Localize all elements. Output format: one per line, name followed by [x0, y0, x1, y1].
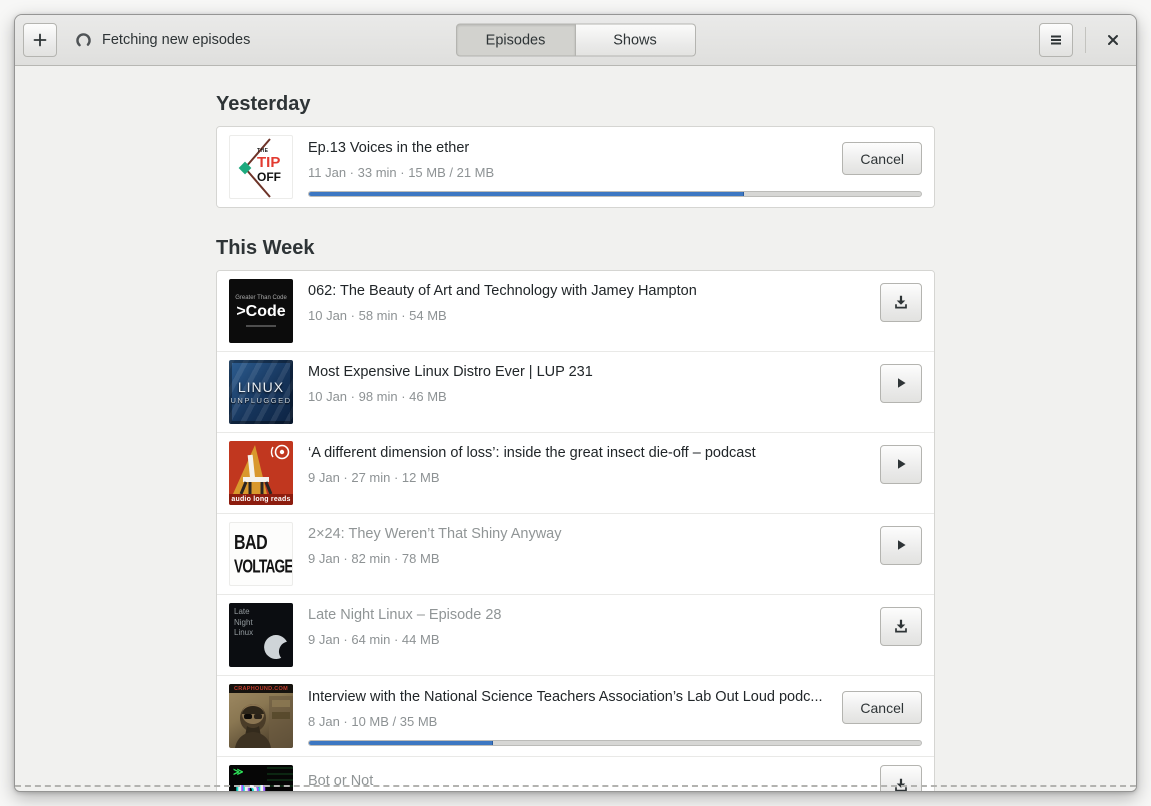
episode-row: Late Night Linux Late Night Linux – Epis… — [217, 594, 934, 675]
tab-episodes[interactable]: Episodes — [455, 23, 576, 57]
episode-row: CRAPHOUND.COM Interview with the Nationa… — [217, 675, 934, 756]
episode-meta: 8 Jan · 10 MB / 35 MB — [308, 713, 438, 729]
episode-card-yesterday: THE TIP OFF Ep.13 Voices in the ether 11… — [216, 126, 935, 208]
episode-meta: 10 Jan · 58 min · 54 MB — [308, 308, 447, 323]
close-window-button[interactable] — [1098, 25, 1128, 55]
cover-text: CRAPHOUND.COM — [229, 684, 293, 693]
episode-row: audio long reads ‘A different dimension … — [217, 432, 934, 513]
podcast-cover-irl: ≫ IRL — [229, 765, 293, 791]
download-icon — [893, 777, 909, 792]
cover-text: OFF — [257, 170, 281, 184]
view-switcher: Episodes Shows — [455, 23, 696, 57]
download-button[interactable] — [880, 282, 922, 322]
headerbar: Fetching new episodes Episodes Shows — [15, 15, 1136, 66]
cover-text: audio long reads — [229, 494, 293, 505]
episode-meta: 9 Jan · 64 min · 44 MB — [308, 632, 440, 647]
play-icon — [893, 537, 909, 553]
episode-title: Late Night Linux – Episode 28 — [308, 607, 502, 623]
cover-text: Late — [234, 607, 250, 616]
podcast-cover-the-tip-off: THE TIP OFF — [229, 135, 293, 199]
app-window: Fetching new episodes Episodes Shows Yes… — [14, 14, 1137, 792]
cover-text: >Code — [236, 303, 286, 320]
cover-text: UNPLUGGED — [230, 396, 292, 405]
episode-row: BAD VOLTAGE 2×24: They Weren’t That Shin… — [217, 513, 934, 594]
cover-text: TIP — [257, 154, 281, 171]
download-progressbar — [308, 739, 922, 746]
episode-title: Bot or Not — [308, 773, 374, 789]
episode-title: ‘A different dimension of loss’: inside … — [308, 445, 756, 461]
podcast-cover-audio-long-reads: audio long reads — [229, 441, 293, 505]
podcast-cover-linux-unplugged: LINUX UNPLUGGED — [229, 360, 293, 424]
episode-title: 062: The Beauty of Art and Technology wi… — [308, 283, 697, 299]
section-title-this-week: This Week — [216, 237, 315, 259]
hamburger-menu-icon — [1048, 32, 1064, 48]
cover-text: ≫ — [233, 767, 244, 778]
download-progressbar — [308, 190, 922, 197]
episode-title: Interview with the National Science Teac… — [308, 688, 823, 705]
episode-meta: 11 Jan · 33 min · 15 MB / 21 MB — [308, 164, 495, 180]
crescent-moon-icon — [263, 634, 289, 665]
cover-text: BAD — [234, 532, 268, 554]
section-title-yesterday: Yesterday — [216, 93, 311, 115]
play-button[interactable] — [880, 525, 922, 565]
episode-row: LINUX UNPLUGGED Most Expensive Linux Dis… — [217, 351, 934, 432]
cover-text: Greater Than Code — [235, 295, 287, 301]
podcast-cover-greater-than-code: Greater Than Code >Code — [229, 279, 293, 343]
download-progress-fill — [309, 740, 493, 745]
podcast-cover-late-night-linux: Late Night Linux — [229, 603, 293, 667]
podcast-cover-craphound: CRAPHOUND.COM — [229, 684, 293, 748]
episode-title: 2×24: They Weren’t That Shiny Anyway — [308, 526, 562, 542]
episode-row: Greater Than Code >Code 062: The Beauty … — [217, 271, 934, 351]
cover-text: Linux — [234, 628, 254, 637]
podcast-cover-bad-voltage: BAD VOLTAGE — [229, 522, 293, 586]
menu-button[interactable] — [1039, 23, 1073, 57]
cover-text: LINUX — [237, 379, 285, 395]
cover-text: Night — [234, 617, 253, 627]
play-icon — [893, 456, 909, 472]
cover-text: IRL — [237, 781, 272, 791]
header-separator — [1085, 27, 1086, 53]
plus-icon — [32, 32, 48, 48]
close-icon — [1106, 33, 1120, 47]
add-podcast-button[interactable] — [23, 23, 57, 57]
episodes-scroll-area[interactable]: Yesterday THE TIP OFF Ep.13 Voices in th… — [15, 66, 1136, 791]
episode-meta: 9 Jan · 82 min · 78 MB — [308, 551, 440, 566]
episode-meta: 10 Jan · 98 min · 46 MB — [308, 389, 447, 404]
episode-row: ≫ IRL Bot or Not — [217, 756, 934, 791]
download-progress-fill — [309, 191, 744, 196]
download-button[interactable] — [880, 765, 922, 791]
play-button[interactable] — [880, 444, 922, 484]
play-button[interactable] — [880, 363, 922, 403]
episode-row: THE TIP OFF Ep.13 Voices in the ether 11… — [217, 127, 934, 207]
cancel-download-button[interactable]: Cancel — [842, 691, 922, 724]
play-icon — [893, 375, 909, 391]
episode-title: Ep.13 Voices in the ether — [308, 139, 470, 156]
download-button[interactable] — [880, 606, 922, 646]
episode-card-this-week: Greater Than Code >Code 062: The Beauty … — [216, 270, 935, 791]
episode-title: Most Expensive Linux Distro Ever | LUP 2… — [308, 364, 593, 380]
download-icon — [893, 618, 909, 634]
status-text: Fetching new episodes — [102, 32, 251, 48]
cancel-download-button[interactable]: Cancel — [842, 142, 922, 175]
tab-shows[interactable]: Shows — [575, 23, 696, 57]
cover-text: VOLTAGE — [234, 555, 293, 576]
loading-spinner-icon — [75, 32, 92, 49]
download-icon — [893, 294, 909, 310]
episode-meta: 9 Jan · 27 min · 12 MB — [308, 470, 440, 485]
